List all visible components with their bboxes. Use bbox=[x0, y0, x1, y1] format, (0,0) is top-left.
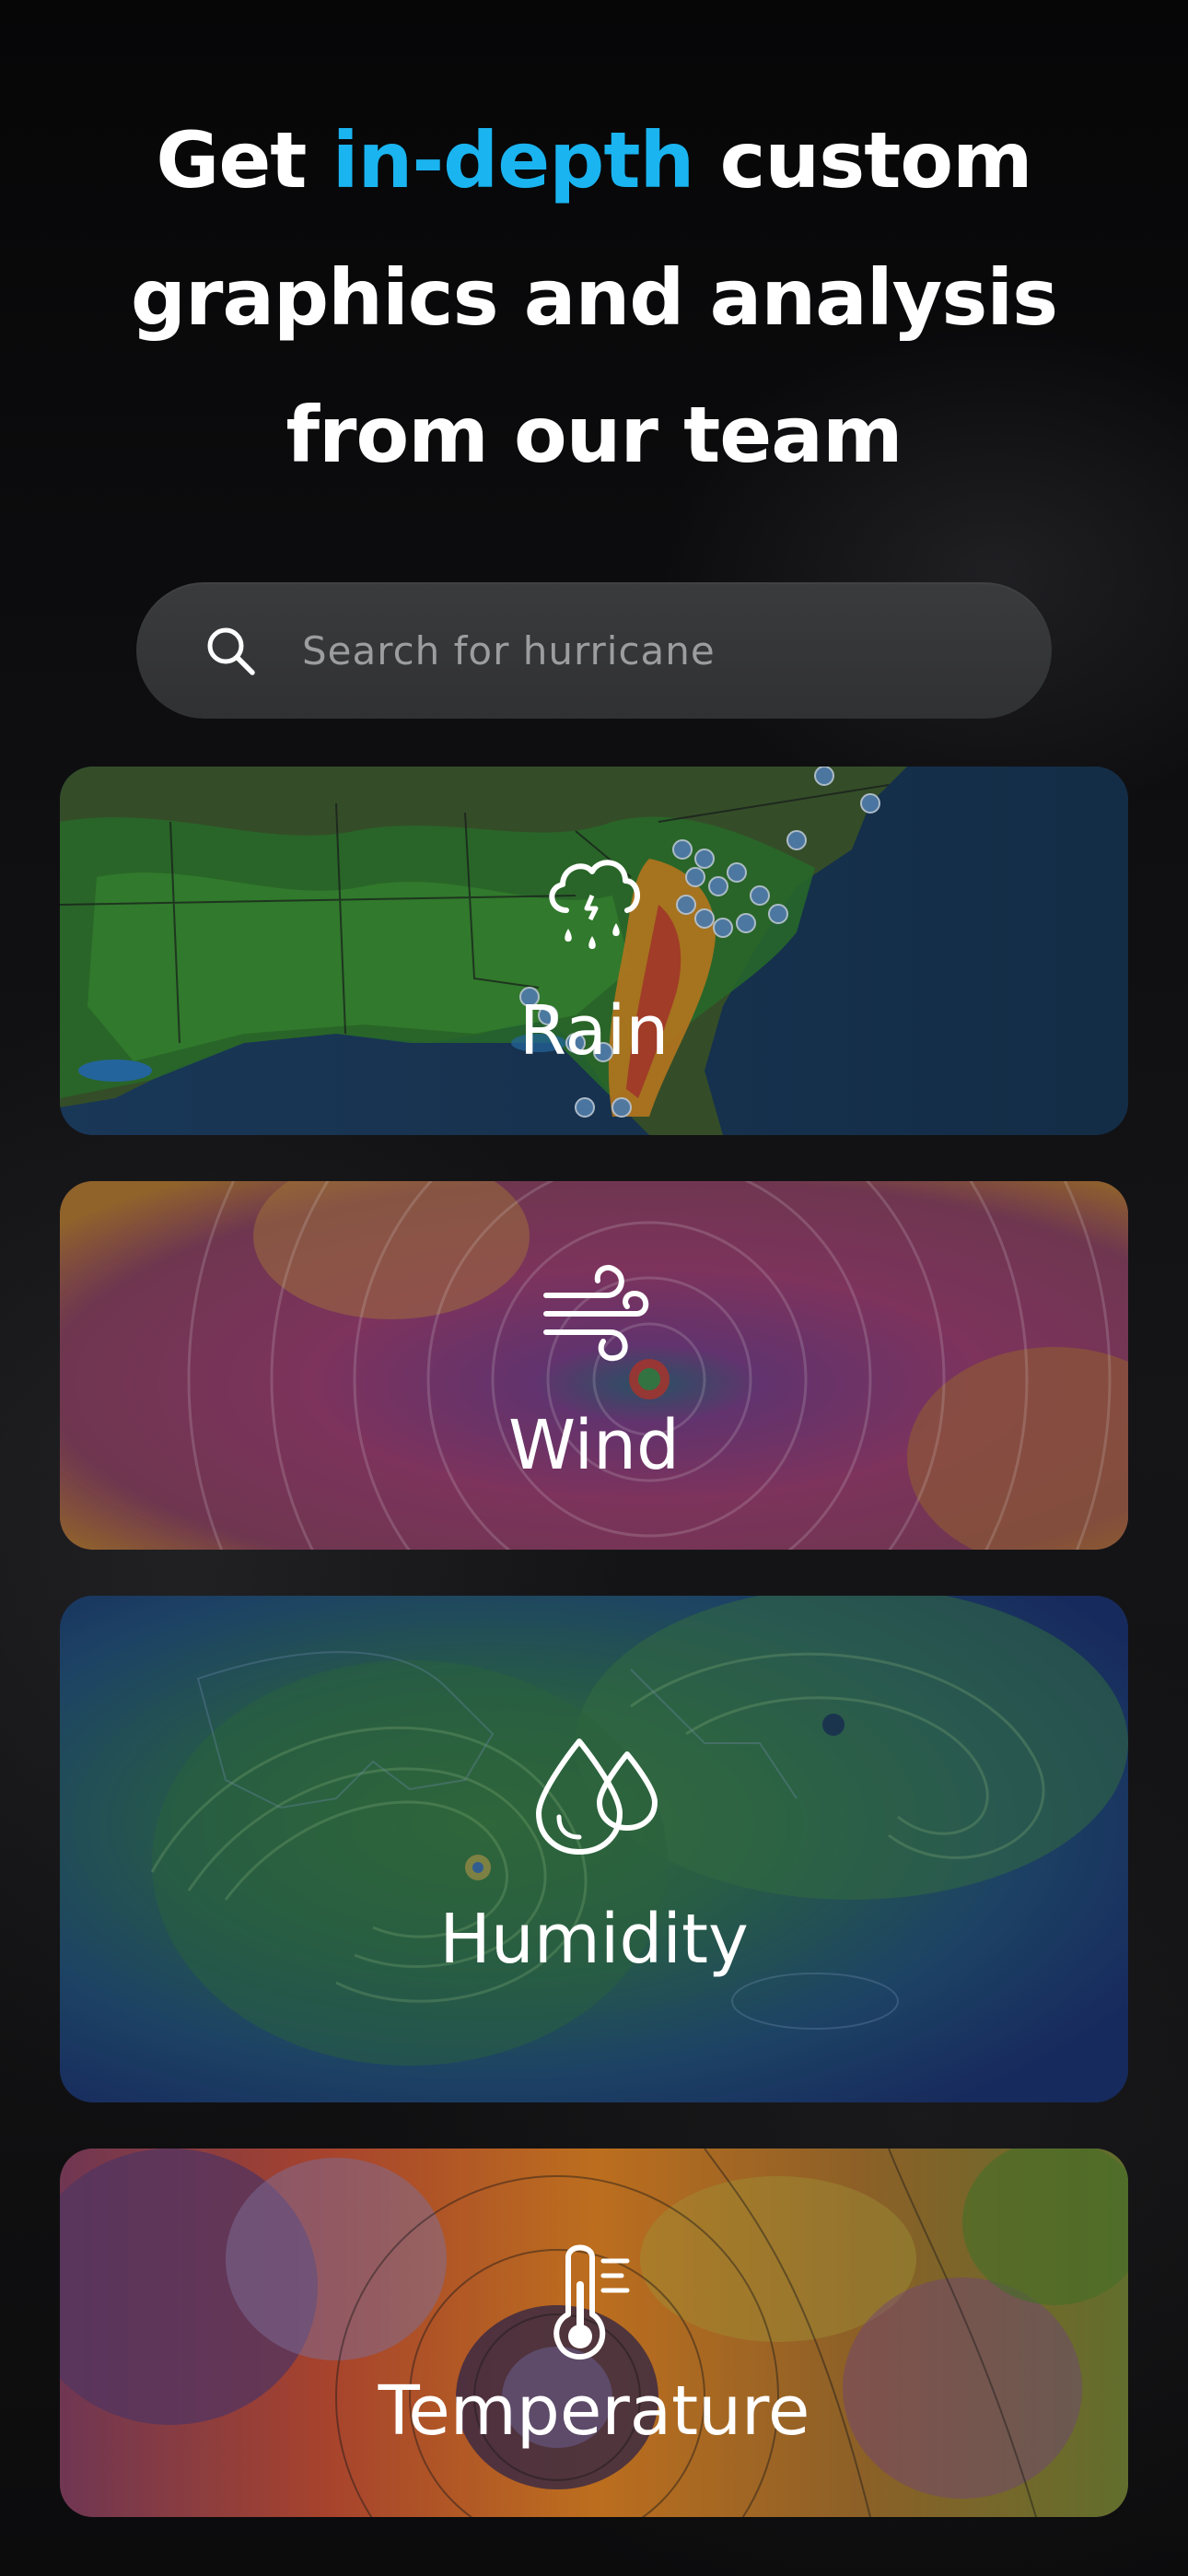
page: Get in-depth custom graphics and analysi… bbox=[0, 0, 1188, 2576]
rain-cloud-icon bbox=[549, 860, 640, 949]
title-line-2: graphics and analysis bbox=[130, 252, 1058, 343]
wind-icon bbox=[543, 1264, 649, 1362]
title-line-3: from our team bbox=[285, 390, 903, 480]
title-prefix: Get bbox=[156, 115, 332, 205]
page-title: Get in-depth custom graphics and analysi… bbox=[0, 92, 1188, 504]
category-card-temperature[interactable]: Temperature bbox=[60, 2149, 1128, 2517]
title-accent: in-depth bbox=[332, 115, 695, 205]
category-card-rain[interactable]: Rain bbox=[60, 767, 1128, 1135]
category-label-rain: Rain bbox=[518, 991, 670, 1071]
category-label-humidity: Humidity bbox=[439, 1900, 749, 1979]
water-drops-icon bbox=[536, 1739, 658, 1855]
search-bar[interactable] bbox=[136, 582, 1052, 719]
category-card-wind[interactable]: Wind bbox=[60, 1181, 1128, 1550]
thermometer-icon bbox=[553, 2244, 630, 2360]
search-input[interactable] bbox=[164, 582, 1002, 719]
category-card-humidity[interactable]: Humidity bbox=[60, 1596, 1128, 2102]
category-label-temperature: Temperature bbox=[378, 2371, 810, 2451]
category-label-wind: Wind bbox=[508, 1406, 680, 1485]
title-suffix: custom bbox=[693, 115, 1033, 205]
